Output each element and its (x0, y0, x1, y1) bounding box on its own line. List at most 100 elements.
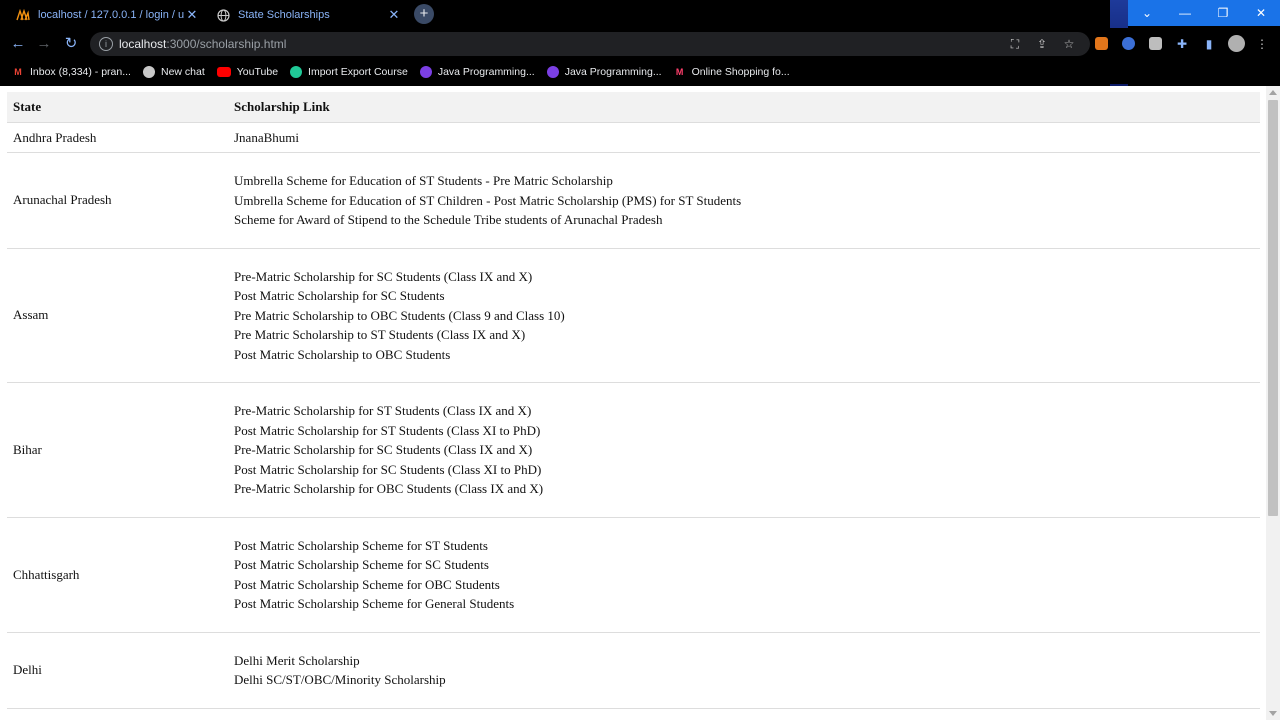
scholarship-link[interactable]: Pre Matric Scholarship to OBC Students (… (234, 306, 1254, 326)
scholarship-links-cell: Umbrella Scheme for Education of ST Stud… (228, 152, 1260, 248)
scholarship-link[interactable]: Pre-Matric Scholarship for SC Students (… (234, 267, 1254, 287)
tab-title: State Scholarships (238, 9, 330, 21)
menu-kebab-icon[interactable]: ⋮ (1255, 37, 1269, 51)
bookmark-gmail[interactable]: M Inbox (8,334) - pran... (12, 66, 131, 78)
tab-search-button[interactable]: ⌄ (1128, 0, 1166, 26)
state-cell: Delhi (7, 631, 228, 708)
table-row: Bihar Pre-Matric Scholarship for ST Stude… (7, 382, 1260, 517)
scroll-up-arrow-icon[interactable] (1269, 90, 1277, 95)
bookmark-new-chat[interactable]: New chat (142, 66, 205, 78)
tab-state-scholarships[interactable]: State Scholarships ✕ (208, 2, 408, 28)
header-scholarship-link: Scholarship Link (228, 92, 1260, 123)
bookmark-java-2[interactable]: Java Programming... (546, 66, 662, 78)
site-info-icon[interactable]: i (99, 37, 113, 51)
bookmark-label: Import Export Course (308, 66, 408, 78)
reload-icon: ↻ (64, 35, 78, 52)
side-panel-icon[interactable]: ▮ (1202, 37, 1216, 51)
youtube-icon (216, 67, 231, 77)
scholarship-links-cell: Pre-Matric Scholarship for ST Students (… (228, 382, 1260, 517)
bookmark-java-1[interactable]: Java Programming... (419, 66, 535, 78)
close-window-button[interactable]: ✕ (1242, 0, 1280, 26)
bookmark-shopping[interactable]: M Online Shopping fo... (674, 66, 790, 78)
reload-button[interactable]: ↻ (61, 34, 81, 54)
state-cell: Chhattisgarh (7, 516, 228, 632)
scholarship-link[interactable]: Delhi Merit Scholarship (234, 651, 1254, 671)
header-state: State (7, 92, 228, 123)
bookmark-youtube[interactable]: YouTube (216, 66, 279, 78)
forward-button[interactable]: → (34, 34, 54, 54)
scholarship-link[interactable]: Post Matric Scholarship to OBC Students (234, 345, 1254, 365)
close-tab-icon[interactable]: ✕ (184, 7, 200, 23)
address-host: localhost (119, 37, 167, 51)
page-content: State Scholarship Link Andhra Pradesh Jna… (7, 92, 1260, 720)
phpmyadmin-icon (16, 8, 30, 22)
minimize-button[interactable]: — (1166, 0, 1204, 26)
scholarship-links-cell: Delhi Merit Scholarship Delhi SC/ST/OBC/M… (228, 631, 1260, 708)
scroll-down-arrow-icon[interactable] (1269, 711, 1277, 716)
metamask-extension-icon[interactable] (1095, 37, 1108, 50)
scholarship-link[interactable]: Post Matric Scholarship Scheme for ST St… (234, 536, 1254, 556)
scholarship-link[interactable]: Umbrella Scheme for Education of ST Stud… (234, 171, 1254, 191)
extension-shield-icon[interactable] (1122, 37, 1135, 50)
state-cell: Bihar (7, 382, 228, 517)
scholarship-link[interactable]: Pre-Matric Scholarship for SC Students (… (234, 440, 1254, 460)
tab-title: localhost / 127.0.0.1 / login / use (38, 9, 184, 21)
restore-button[interactable]: ❐ (1204, 0, 1242, 26)
back-button[interactable]: ← (8, 34, 28, 54)
java-course-icon (419, 66, 432, 78)
table-row: Chhattisgarh Post Matric Scholarship Sche… (7, 516, 1260, 632)
scholarship-link[interactable]: Scheme for Award of Stipend to the Sched… (234, 210, 1254, 230)
close-tab-icon[interactable]: ✕ (386, 7, 402, 23)
bookmark-label: Online Shopping fo... (691, 66, 790, 78)
extension-grid-icon[interactable] (1149, 37, 1162, 50)
table-row: Andhra Pradesh JnanaBhumi (7, 122, 1260, 153)
table-row: Arunachal Pradesh Umbrella Scheme for Edu… (7, 152, 1260, 248)
scholarship-links-cell: JnanaBhumi (228, 122, 1260, 153)
bookmark-label: Java Programming... (437, 66, 535, 78)
page-viewport: State Scholarship Link Andhra Pradesh Jna… (0, 86, 1280, 720)
share-icon[interactable]: ⇪ (1035, 37, 1049, 51)
scholarship-link[interactable]: Pre Matric Scholarship to ST Students (C… (234, 325, 1254, 345)
gmail-icon: M (14, 67, 22, 77)
table-row: Assam Pre-Matric Scholarship for SC Stude… (7, 247, 1260, 383)
bookmark-import-export[interactable]: Import Export Course (290, 66, 408, 78)
shopping-icon: M (675, 67, 684, 77)
scrollbar-thumb[interactable] (1268, 100, 1278, 516)
scholarship-link[interactable]: Pre-Matric Scholarship for ST Students (… (234, 401, 1254, 421)
scholarship-link[interactable]: Post Matric Scholarship for SC Students … (234, 460, 1254, 480)
bookmarks-bar: M Inbox (8,334) - pran... New chat YouTu… (0, 60, 1280, 84)
scholarship-link[interactable]: Post Matric Scholarship Scheme for OBC S… (234, 575, 1254, 595)
scholarship-link[interactable]: Post Matric Scholarship for SC Students (234, 286, 1254, 306)
scholarship-link[interactable]: Delhi SC/ST/OBC/Minority Scholarship (234, 670, 1254, 690)
profile-avatar[interactable] (1228, 35, 1245, 52)
scholarship-table: State Scholarship Link Andhra Pradesh Jna… (7, 92, 1260, 720)
arrow-right-icon: → (36, 35, 52, 52)
scholarship-link[interactable]: JnanaBhumi (234, 130, 1254, 146)
scholarship-link[interactable]: Umbrella Scheme for Education of ST Chil… (234, 191, 1254, 211)
address-path: :3000/scholarship.html (166, 37, 287, 51)
state-cell (7, 707, 228, 720)
table-header-row: State Scholarship Link (7, 92, 1260, 123)
extensions-puzzle-icon[interactable]: ✚ (1175, 37, 1189, 51)
bookmark-label: Inbox (8,334) - pran... (30, 66, 131, 78)
java-course-icon (546, 66, 559, 78)
scholarship-links-cell: Post Matric Scholarship Scheme for ST St… (228, 516, 1260, 632)
bookmark-label: Java Programming... (564, 66, 662, 78)
vertical-scrollbar[interactable] (1266, 86, 1280, 720)
scholarship-link[interactable]: Pre-Matric Scholarship for OBC Students … (234, 479, 1254, 499)
bookmark-label: YouTube (236, 66, 279, 78)
state-cell: Assam (7, 247, 228, 383)
address-bar[interactable]: i localhost:3000/scholarship.html (90, 32, 1090, 56)
tab-phpmyadmin[interactable]: localhost / 127.0.0.1 / login / use ✕ (8, 2, 206, 28)
translate-icon[interactable]: ⛶ (1008, 37, 1022, 51)
scholarship-link[interactable]: Post Matric Scholarship Scheme for Gener… (234, 594, 1254, 614)
table-row (7, 707, 1260, 720)
course-icon (290, 66, 303, 78)
new-tab-button[interactable]: + (414, 4, 434, 24)
bookmark-label: New chat (160, 66, 205, 78)
scholarship-link[interactable]: Post Matric Scholarship for ST Students … (234, 421, 1254, 441)
state-cell: Andhra Pradesh (7, 122, 228, 153)
scholarship-link[interactable]: Post Matric Scholarship Scheme for SC St… (234, 555, 1254, 575)
star-bookmark-icon[interactable]: ☆ (1062, 37, 1076, 51)
table-body: Andhra Pradesh JnanaBhumi Arunachal Prades… (7, 122, 1260, 720)
